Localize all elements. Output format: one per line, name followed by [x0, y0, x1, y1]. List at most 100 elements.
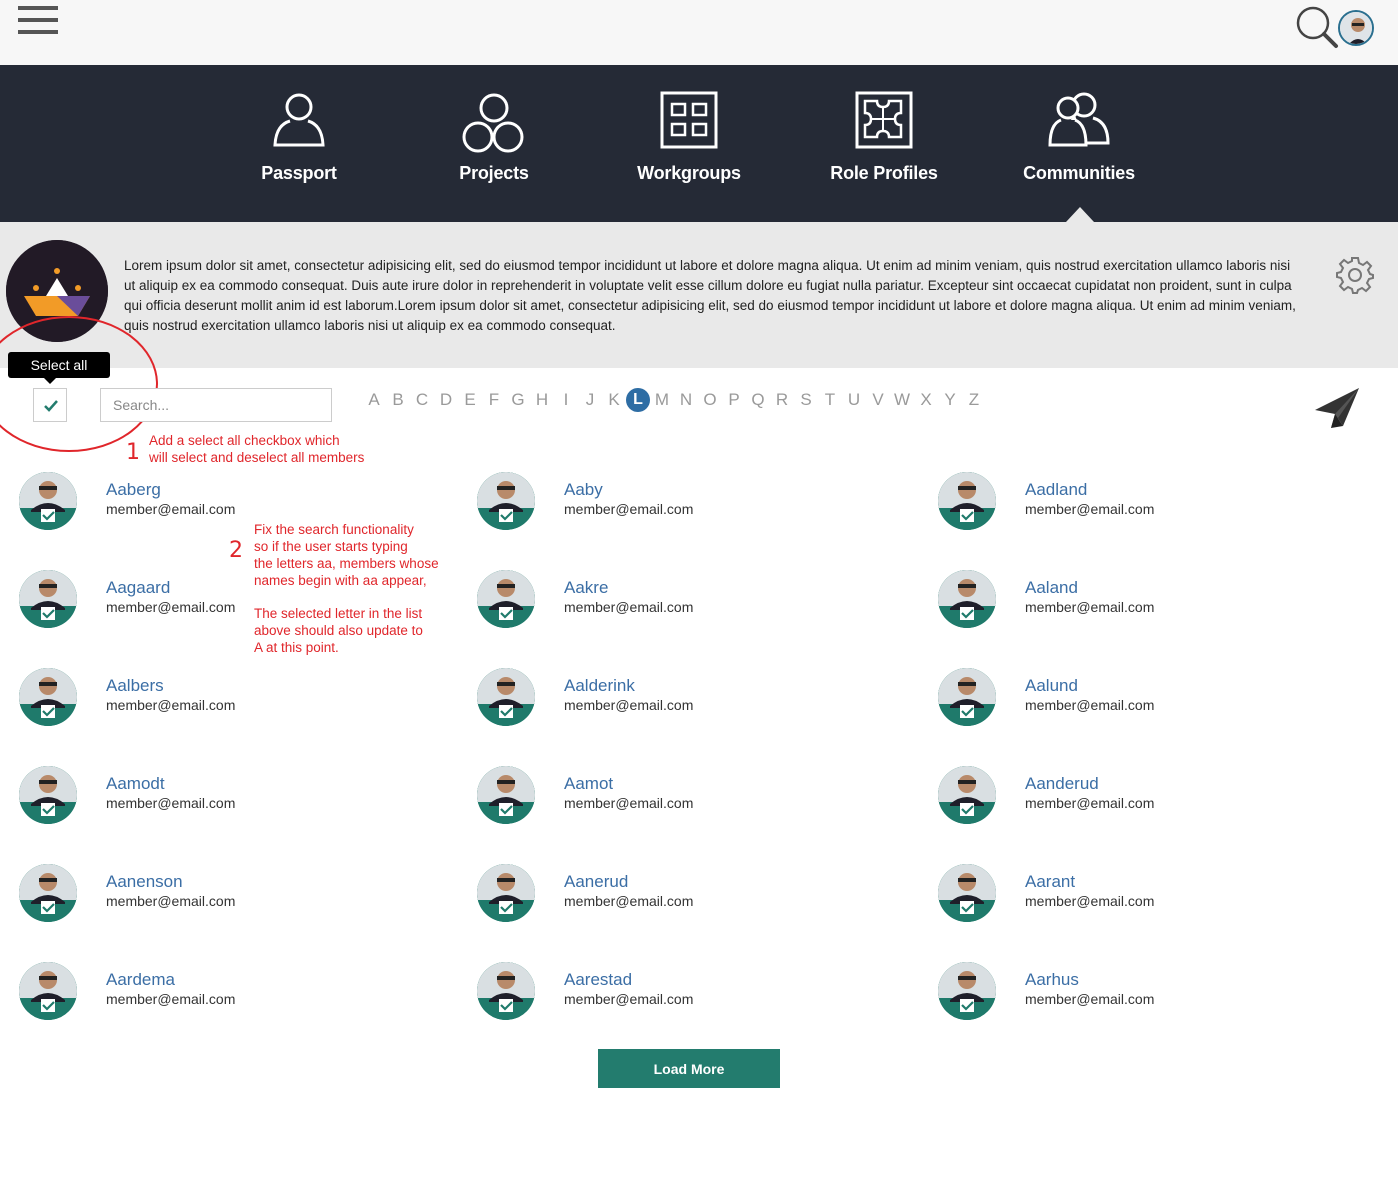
member-name[interactable]: Aalund — [1025, 676, 1078, 696]
annotation-note-1: Add a select all checkbox which will sel… — [149, 432, 364, 466]
member-name[interactable]: Aanderud — [1025, 774, 1099, 794]
nav-projects[interactable]: Projects — [409, 65, 579, 222]
puzzle-icon — [855, 91, 913, 149]
member-name[interactable]: Aamodt — [106, 774, 165, 794]
letter-f[interactable]: F — [482, 388, 506, 412]
alphabet-filter: ABCDEFGHIJKLMNOPQRSTUVWXYZ — [362, 387, 986, 413]
member-name[interactable]: Aaberg — [106, 480, 161, 500]
user-avatar[interactable] — [1338, 10, 1374, 46]
member-name[interactable]: Aarestad — [564, 970, 632, 990]
paper-plane-icon[interactable] — [1313, 386, 1361, 430]
search-icon[interactable] — [1294, 4, 1340, 50]
member-name[interactable]: Aaland — [1025, 578, 1078, 598]
member-email: member@email.com — [564, 893, 694, 909]
member-name[interactable]: Aagaard — [106, 578, 170, 598]
member-email: member@email.com — [106, 697, 236, 713]
member-name[interactable]: Aadland — [1025, 480, 1087, 500]
member-item: Aamot member@email.com — [477, 766, 857, 826]
gear-icon[interactable] — [1336, 256, 1374, 294]
letter-p[interactable]: P — [722, 388, 746, 412]
letter-e[interactable]: E — [458, 388, 482, 412]
member-avatar[interactable] — [19, 766, 77, 824]
member-name[interactable]: Aarant — [1025, 872, 1075, 892]
member-name[interactable]: Aalbers — [106, 676, 164, 696]
nav-passport[interactable]: Passport — [214, 65, 384, 222]
community-header: Lorem ipsum dolor sit amet, consectetur … — [0, 222, 1398, 368]
member-item: Aardema member@email.com — [19, 962, 399, 1022]
member-avatar[interactable] — [19, 472, 77, 530]
member-avatar[interactable] — [19, 570, 77, 628]
member-name[interactable]: Aardema — [106, 970, 175, 990]
letter-j[interactable]: J — [578, 388, 602, 412]
member-avatar[interactable] — [477, 472, 535, 530]
nav-workgroups[interactable]: Workgroups — [604, 65, 774, 222]
letter-q[interactable]: Q — [746, 388, 770, 412]
member-avatar[interactable] — [477, 864, 535, 922]
member-item: Aalund member@email.com — [938, 668, 1318, 728]
letter-k[interactable]: K — [602, 388, 626, 412]
member-avatar[interactable] — [938, 766, 996, 824]
letter-r[interactable]: R — [770, 388, 794, 412]
letter-d[interactable]: D — [434, 388, 458, 412]
load-more-button[interactable]: Load More — [598, 1049, 780, 1088]
member-item: Aalbers member@email.com — [19, 668, 399, 728]
nav-role-profiles[interactable]: Role Profiles — [799, 65, 969, 222]
letter-i[interactable]: I — [554, 388, 578, 412]
member-item: Aanerud member@email.com — [477, 864, 857, 924]
member-avatar[interactable] — [477, 570, 535, 628]
search-input[interactable] — [100, 388, 332, 422]
member-item: Aaberg member@email.com — [19, 472, 399, 532]
member-item: Aamodt member@email.com — [19, 766, 399, 826]
member-avatar[interactable] — [938, 668, 996, 726]
letter-b[interactable]: B — [386, 388, 410, 412]
letter-w[interactable]: W — [890, 388, 914, 412]
member-avatar[interactable] — [19, 962, 77, 1020]
letter-v[interactable]: V — [866, 388, 890, 412]
nav-label-workgroups: Workgroups — [637, 163, 741, 183]
letter-t[interactable]: T — [818, 388, 842, 412]
letter-y[interactable]: Y — [938, 388, 962, 412]
letter-o[interactable]: O — [698, 388, 722, 412]
active-nav-caret — [1066, 207, 1094, 222]
select-all-tooltip: Select all — [8, 352, 110, 384]
member-name[interactable]: Aarhus — [1025, 970, 1079, 990]
top-bar — [0, 0, 1398, 65]
member-avatar[interactable] — [938, 570, 996, 628]
letter-x[interactable]: X — [914, 388, 938, 412]
select-all-checkbox[interactable] — [33, 388, 67, 422]
member-name[interactable]: Aanenson — [106, 872, 183, 892]
member-avatar[interactable] — [477, 766, 535, 824]
letter-z[interactable]: Z — [962, 388, 986, 412]
member-avatar[interactable] — [477, 668, 535, 726]
member-item: Aagaard member@email.com — [19, 570, 399, 630]
letter-g[interactable]: G — [506, 388, 530, 412]
member-avatar[interactable] — [477, 962, 535, 1020]
letter-a[interactable]: A — [362, 388, 386, 412]
member-avatar[interactable] — [938, 864, 996, 922]
letter-c[interactable]: C — [410, 388, 434, 412]
member-item: Aarestad member@email.com — [477, 962, 857, 1022]
member-name[interactable]: Aakre — [564, 578, 608, 598]
letter-h[interactable]: H — [530, 388, 554, 412]
member-item: Aadland member@email.com — [938, 472, 1318, 532]
annotation-note-2-line: so if the user starts typing — [254, 539, 408, 554]
member-avatar[interactable] — [938, 472, 996, 530]
member-avatar[interactable] — [19, 668, 77, 726]
member-avatar[interactable] — [938, 962, 996, 1020]
hamburger-icon[interactable] — [18, 6, 58, 34]
member-avatar[interactable] — [19, 864, 77, 922]
letter-l[interactable]: L — [626, 388, 650, 412]
letter-n[interactable]: N — [674, 388, 698, 412]
nav-label-passport: Passport — [261, 163, 337, 183]
member-name[interactable]: Aanerud — [564, 872, 628, 892]
letter-m[interactable]: M — [650, 388, 674, 412]
letter-s[interactable]: S — [794, 388, 818, 412]
member-name[interactable]: Aamot — [564, 774, 613, 794]
letter-u[interactable]: U — [842, 388, 866, 412]
member-name[interactable]: Aaby — [564, 480, 603, 500]
member-name[interactable]: Aalderink — [564, 676, 635, 696]
member-item: Aarhus member@email.com — [938, 962, 1318, 1022]
member-item: Aaby member@email.com — [477, 472, 857, 532]
nav-communities[interactable]: Communities — [994, 65, 1164, 222]
member-item: Aaland member@email.com — [938, 570, 1318, 630]
